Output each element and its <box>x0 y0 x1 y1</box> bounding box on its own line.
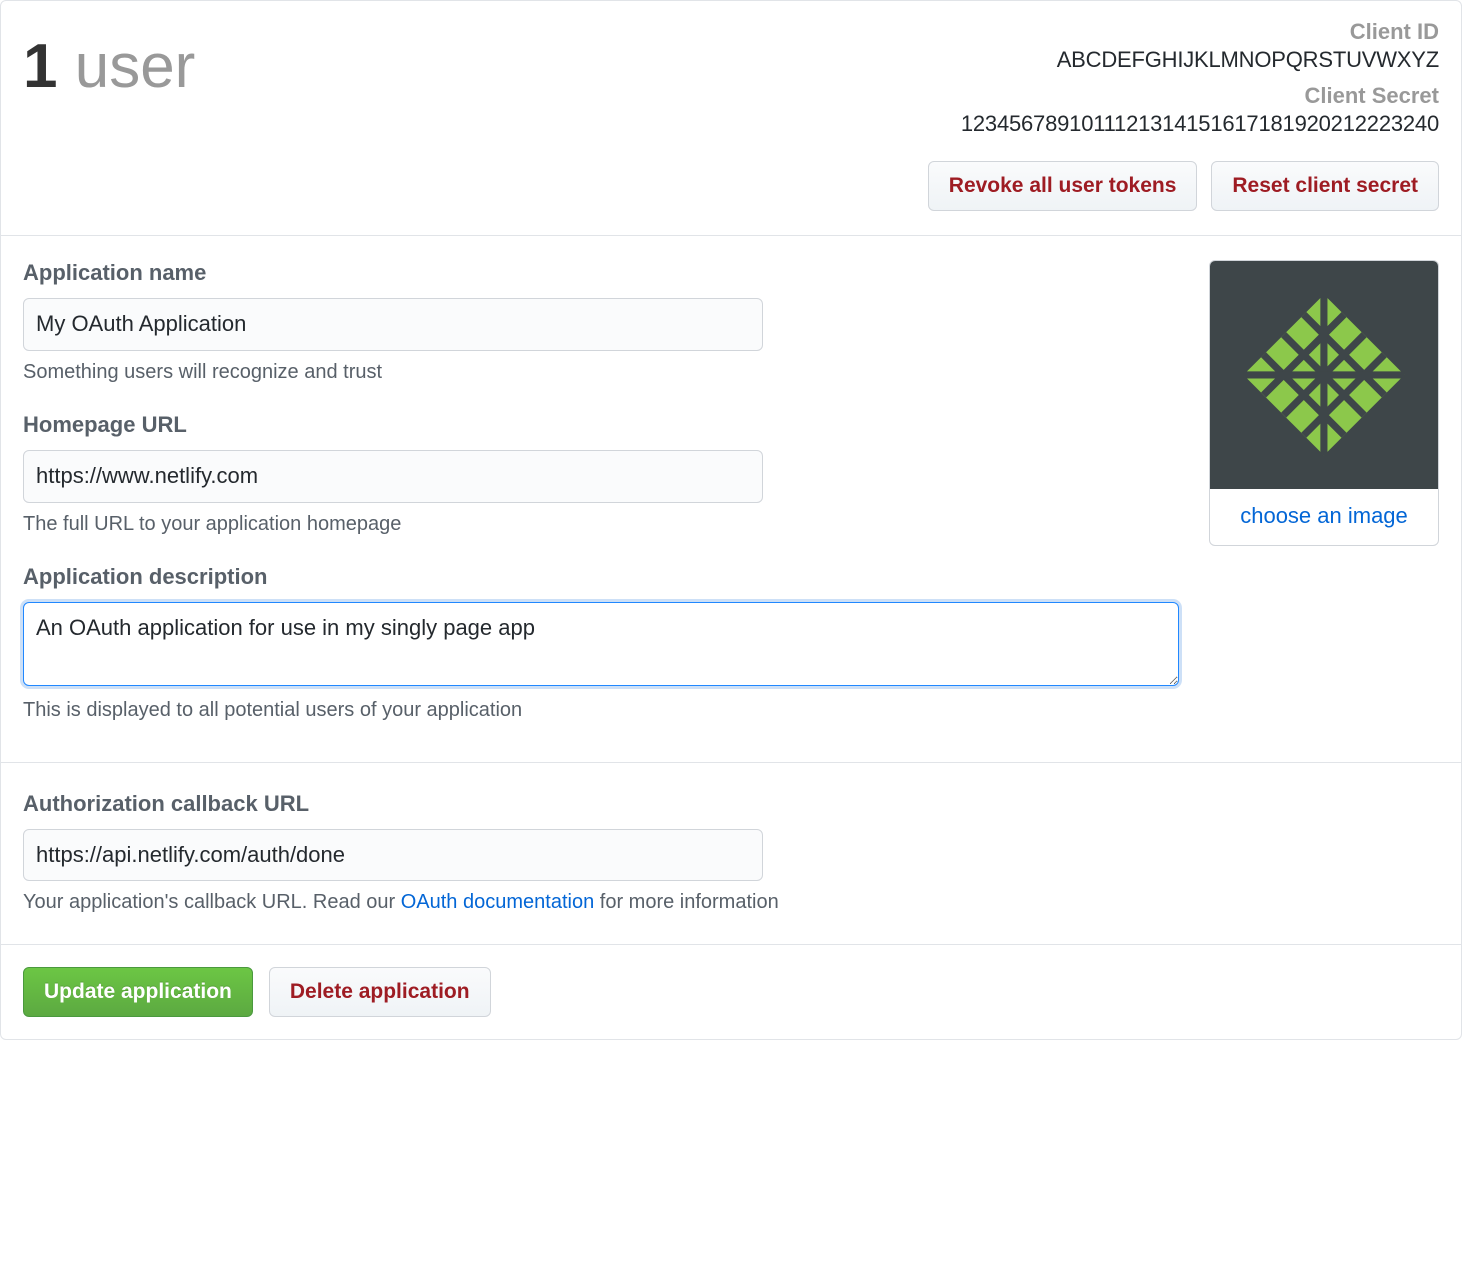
input-homepage[interactable] <box>23 450 763 503</box>
netlify-logo-icon <box>1235 286 1413 464</box>
user-count: 1 user <box>23 33 195 211</box>
client-credentials: Client ID ABCDEFGHIJKLMNOPQRSTUVWXYZ Cli… <box>928 19 1439 211</box>
label-homepage: Homepage URL <box>23 412 1179 438</box>
group-homepage: Homepage URL The full URL to your applic… <box>23 412 1179 536</box>
revoke-tokens-button[interactable]: Revoke all user tokens <box>928 161 1198 211</box>
settings-panel: 1 user Client ID ABCDEFGHIJKLMNOPQRSTUVW… <box>0 0 1462 1040</box>
app-logo <box>1210 261 1438 489</box>
form-body: Application name Something users will re… <box>1 236 1461 763</box>
delete-application-button[interactable]: Delete application <box>269 967 491 1017</box>
reset-secret-button[interactable]: Reset client secret <box>1211 161 1439 211</box>
help-homepage: The full URL to your application homepag… <box>23 513 1179 536</box>
help-description: This is displayed to all potential users… <box>23 699 1179 722</box>
client-secret-label: Client Secret <box>928 83 1439 109</box>
choose-image-link[interactable]: choose an image <box>1210 489 1438 545</box>
logo-column: choose an image <box>1209 260 1439 750</box>
label-description: Application description <box>23 564 1179 590</box>
group-app-name: Application name Something users will re… <box>23 260 1179 384</box>
footer-actions: Update application Delete application <box>1 945 1461 1039</box>
help-callback-post: for more information <box>594 891 779 913</box>
help-callback: Your application's callback URL. Read ou… <box>23 891 1439 914</box>
update-application-button[interactable]: Update application <box>23 967 253 1017</box>
input-callback[interactable] <box>23 829 763 882</box>
oauth-docs-link[interactable]: OAuth documentation <box>401 891 594 913</box>
client-id-label: Client ID <box>928 19 1439 45</box>
callback-section: Authorization callback URL Your applicat… <box>1 763 1461 946</box>
client-secret-value: 1234567891011121314151617181920212223240 <box>928 111 1439 137</box>
client-id-value: ABCDEFGHIJKLMNOPQRSTUVWXYZ <box>928 47 1439 73</box>
label-app-name: Application name <box>23 260 1179 286</box>
group-description: Application description This is displaye… <box>23 564 1179 722</box>
input-app-name[interactable] <box>23 298 763 351</box>
logo-card: choose an image <box>1209 260 1439 546</box>
textarea-description[interactable] <box>23 602 1179 686</box>
fields-column: Application name Something users will re… <box>23 260 1179 750</box>
label-callback: Authorization callback URL <box>23 791 1439 817</box>
user-count-number: 1 <box>23 32 57 101</box>
group-callback: Authorization callback URL Your applicat… <box>23 791 1439 915</box>
user-count-word: user <box>75 32 196 101</box>
header-section: 1 user Client ID ABCDEFGHIJKLMNOPQRSTUVW… <box>1 1 1461 236</box>
danger-buttons: Revoke all user tokens Reset client secr… <box>928 161 1439 211</box>
help-callback-pre: Your application's callback URL. Read ou… <box>23 891 401 913</box>
help-app-name: Something users will recognize and trust <box>23 361 1179 384</box>
